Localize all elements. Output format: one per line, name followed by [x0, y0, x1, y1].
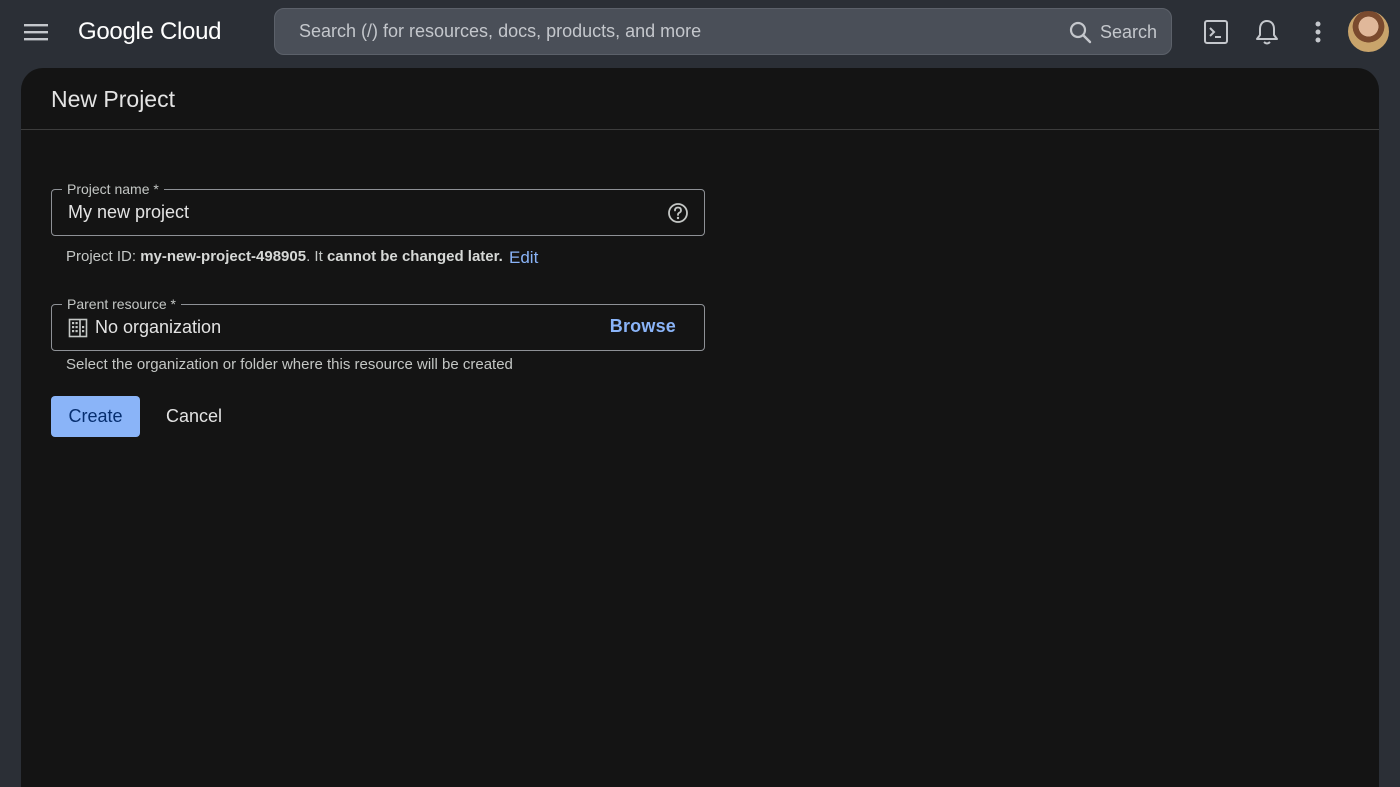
panel-header: New Project [21, 68, 1379, 130]
terminal-icon [1204, 20, 1228, 44]
project-id-value: my-new-project-498905 [140, 248, 307, 265]
project-id-middle: . It [306, 248, 327, 265]
help-circle-icon [668, 203, 688, 223]
page-title: New Project [51, 86, 175, 112]
top-bar: Google Cloud Search [0, 0, 1400, 64]
bell-icon [1256, 20, 1278, 45]
project-id-hint: Project ID: my-new-project-498905. It ca… [66, 248, 503, 265]
project-id-prefix: Project ID: [66, 248, 141, 265]
organization-building-icon [68, 318, 88, 338]
parent-resource-value: No organization [95, 317, 222, 337]
new-project-panel: New Project Project name * Project ID: m… [21, 68, 1379, 787]
hamburger-menu-icon [24, 24, 48, 41]
search-input[interactable] [297, 9, 1057, 54]
parent-resource-field[interactable]: Parent resource * No organization Browse [51, 295, 705, 351]
project-id-warning: cannot be changed later. [326, 248, 503, 265]
search-button[interactable]: Search [1068, 17, 1157, 47]
user-avatar[interactable] [1348, 11, 1389, 52]
more-options-button[interactable] [1298, 12, 1338, 52]
browse-button[interactable]: Browse [610, 316, 676, 337]
search-bar[interactable]: Search [274, 8, 1172, 55]
cloud-shell-button[interactable] [1196, 12, 1236, 52]
search-icon [1069, 21, 1092, 44]
create-button[interactable]: Create [51, 396, 140, 437]
project-name-help-button[interactable] [666, 201, 690, 225]
google-cloud-logo[interactable]: Google Cloud [78, 16, 221, 48]
parent-resource-label: Parent resource * [62, 295, 181, 313]
project-name-field[interactable]: Project name * [51, 180, 705, 236]
search-button-label: Search [1099, 21, 1157, 42]
main-menu-button[interactable] [16, 12, 56, 52]
cancel-button[interactable]: Cancel [155, 396, 233, 437]
project-name-input[interactable] [66, 190, 646, 235]
edit-project-id-link[interactable]: Edit [509, 248, 538, 268]
notifications-button[interactable] [1247, 12, 1287, 52]
more-vert-icon [1315, 21, 1321, 43]
parent-resource-hint: Select the organization or folder where … [66, 356, 513, 373]
